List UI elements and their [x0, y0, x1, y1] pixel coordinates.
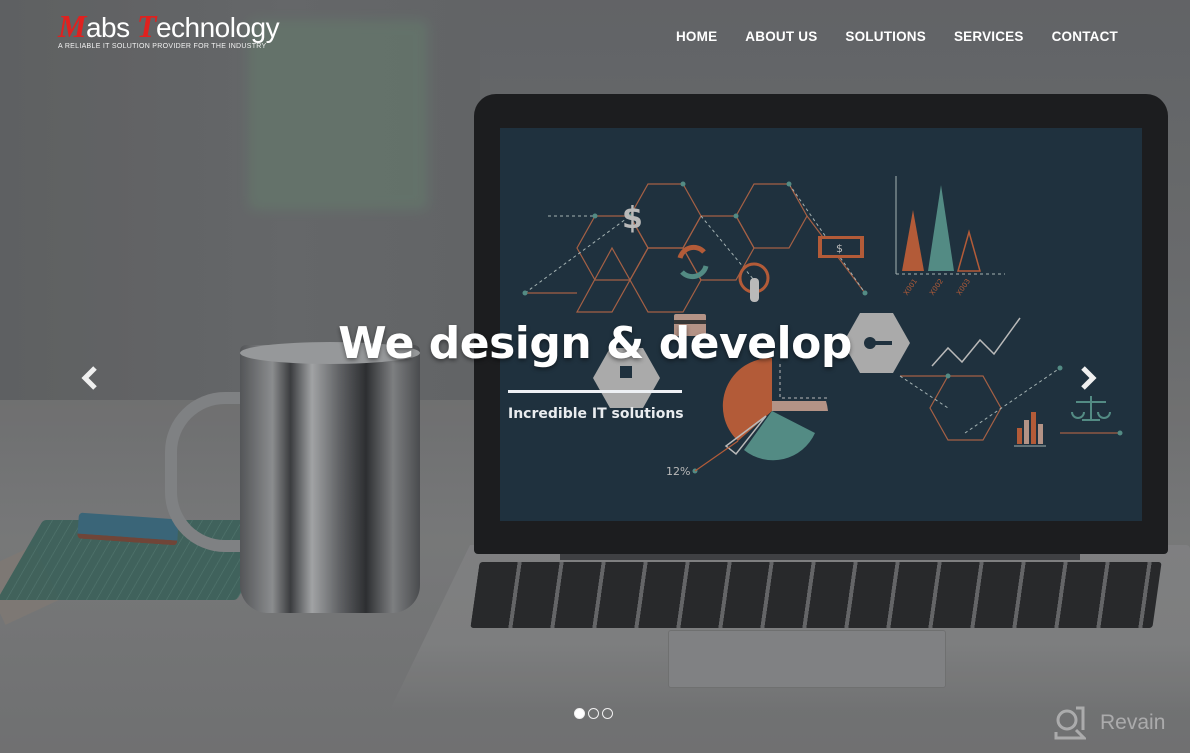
carousel-next-button[interactable] [1070, 360, 1106, 396]
carousel-indicator-1[interactable] [574, 708, 585, 719]
nav-home[interactable]: HOME [676, 29, 717, 44]
logo-text-echnology: echnology [155, 12, 280, 43]
chevron-left-icon [81, 366, 97, 390]
carousel-indicators [574, 708, 613, 719]
carousel-indicator-2[interactable] [588, 708, 599, 719]
nav-about-us[interactable]: ABOUT US [745, 29, 817, 44]
carousel-title: We design & develop [338, 318, 852, 369]
carousel-indicator-3[interactable] [602, 708, 613, 719]
nav-solutions[interactable]: SOLUTIONS [845, 29, 926, 44]
watermark-text: Revain [1100, 711, 1166, 734]
hero-overlay [0, 0, 1190, 753]
caption-divider [508, 390, 682, 393]
nav-services[interactable]: SERVICES [954, 29, 1024, 44]
logo-initial-t: T [136, 8, 157, 44]
chevron-right-icon [1081, 366, 1097, 390]
logo-tagline: A reliable IT solution provider for the … [58, 43, 267, 50]
main-nav: HOME ABOUT US SOLUTIONS SERVICES CONTACT [676, 29, 1118, 44]
carousel-subtitle: Incredible IT solutions [508, 406, 684, 422]
revain-logo-icon [1054, 706, 1086, 740]
logo-initial-m: M [58, 8, 86, 44]
carousel-prev-button[interactable] [72, 360, 108, 396]
logo-text-abs: abs [85, 12, 137, 43]
hero-carousel: $ $ X001 X002 X003 12% [0, 0, 1190, 753]
logo-wordmark: Mabs Technology [58, 10, 288, 43]
nav-contact[interactable]: CONTACT [1052, 29, 1118, 44]
brand-logo[interactable]: Mabs Technology A reliable IT solution p… [58, 10, 288, 56]
revain-watermark: Revain [1054, 706, 1165, 740]
